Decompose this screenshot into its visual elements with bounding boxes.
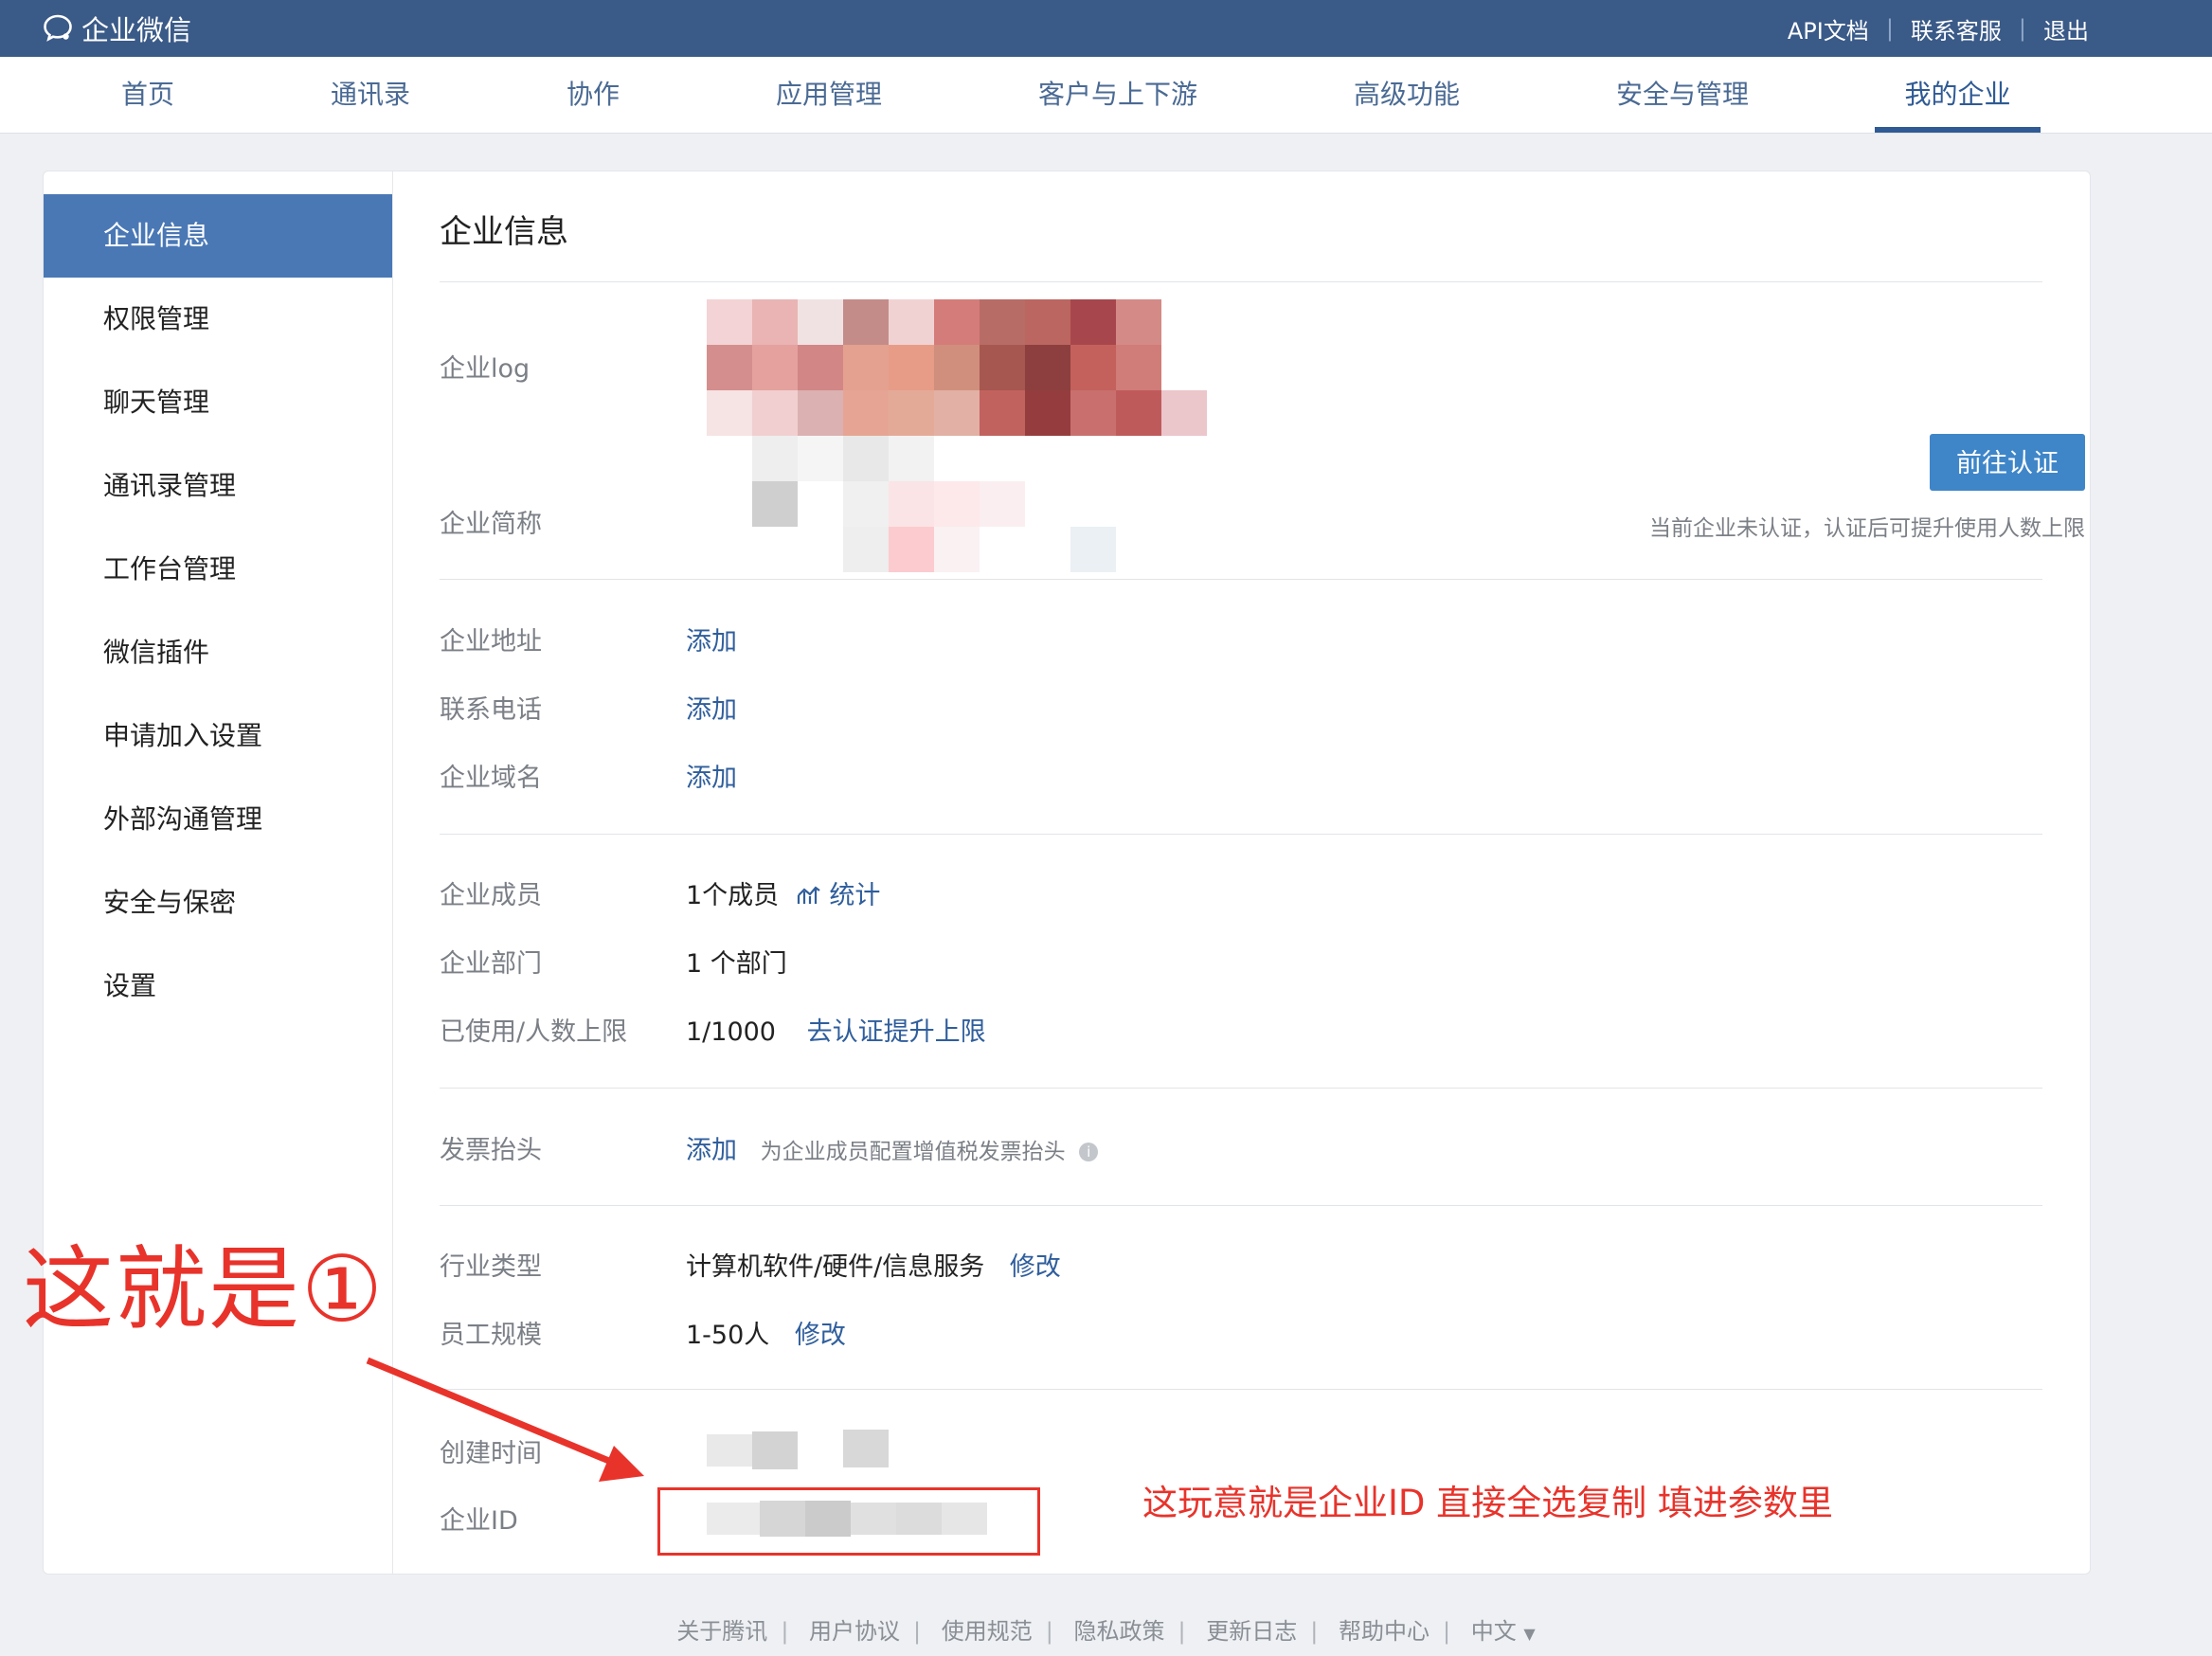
sidebar-item-external[interactable]: 外部沟通管理	[44, 778, 392, 861]
stats-link[interactable]: 统计	[797, 881, 881, 910]
industry-label: 行业类型	[440, 1252, 542, 1282]
usage-limit-row: 1/1000 去认证提升上限	[686, 1011, 986, 1048]
company-info-panel: 企业信息 企业log 企业简称 前往认证 当前企业未认证，认证后可提升使用人数上…	[440, 171, 2085, 1574]
sidebar-item-contacts[interactable]: 通讯录管理	[44, 444, 392, 528]
domain-label: 企业域名	[440, 764, 542, 793]
logo-label: 企业log	[440, 354, 531, 384]
nav-home[interactable]: 首页	[119, 57, 176, 133]
language-select[interactable]: 中文 ▼	[1471, 1618, 1536, 1645]
sidebar: 企业信息 权限管理 聊天管理 通讯录管理 工作台管理 微信插件 申请加入设置 外…	[44, 171, 393, 1574]
nav-collaboration[interactable]: 协作	[565, 57, 621, 133]
invoice-label: 发票抬头	[440, 1136, 542, 1165]
nav-security[interactable]: 安全与管理	[1614, 57, 1751, 133]
nav-customers[interactable]: 客户与上下游	[1036, 57, 1199, 133]
divider	[440, 834, 2042, 835]
nav-my-company[interactable]: 我的企业	[1875, 57, 2041, 133]
edit-staff-size-link[interactable]: 修改	[795, 1321, 846, 1350]
members-value-row: 1个成员 统计	[686, 874, 880, 911]
divider: |	[2018, 15, 2026, 42]
logout-link[interactable]: 退出	[2043, 12, 2089, 45]
address-label: 企业地址	[440, 627, 542, 657]
certify-note: 当前企业未认证，认证后可提升使用人数上限	[1649, 516, 2085, 541]
caret-down-icon: ▼	[1523, 1625, 1536, 1643]
company-logo-image[interactable]	[707, 299, 1207, 572]
go-certify-button[interactable]: 前往认证	[1930, 434, 2085, 491]
divider	[440, 1389, 2042, 1390]
divider	[440, 281, 2042, 282]
footer-about-link[interactable]: 关于腾讯	[676, 1618, 767, 1645]
language-label: 中文	[1470, 1618, 1517, 1645]
footer-changelog-link[interactable]: 更新日志	[1206, 1618, 1297, 1645]
stats-chart-icon	[797, 881, 821, 910]
industry-value: 计算机软件/硬件/信息服务	[686, 1252, 985, 1282]
sidebar-item-wechat-plugin[interactable]: 微信插件	[44, 611, 392, 694]
top-bar: 企业微信 API文档 | 联系客服 | 退出	[0, 0, 2212, 57]
footer-rules-link[interactable]: 使用规范	[942, 1618, 1033, 1645]
annotation-company-id-note: 这玩意就是企业ID 直接全选复制 填进参数里	[1142, 1483, 1833, 1523]
footer-privacy-link[interactable]: 隐私政策	[1074, 1618, 1165, 1645]
members-label: 企业成员	[440, 881, 542, 910]
nav-advanced[interactable]: 高级功能	[1352, 57, 1462, 133]
edit-industry-link[interactable]: 修改	[1010, 1252, 1061, 1282]
sidebar-item-permissions[interactable]: 权限管理	[44, 278, 392, 361]
content-card: 企业信息 权限管理 聊天管理 通讯录管理 工作台管理 微信插件 申请加入设置 外…	[43, 171, 2091, 1575]
sidebar-item-company-info[interactable]: 企业信息	[44, 194, 392, 278]
sidebar-item-join-settings[interactable]: 申请加入设置	[44, 694, 392, 778]
footer-help-link[interactable]: 帮助中心	[1339, 1618, 1430, 1645]
add-invoice-link[interactable]: 添加	[686, 1136, 737, 1165]
raise-limit-link[interactable]: 去认证提升上限	[807, 1017, 986, 1047]
departments-label: 企业部门	[440, 949, 542, 979]
redacted-created-time	[843, 1430, 889, 1467]
divider	[440, 1088, 2042, 1089]
divider	[440, 579, 2042, 580]
add-domain-link[interactable]: 添加	[686, 757, 737, 794]
company-id-highlight-box	[657, 1487, 1040, 1556]
company-id-label: 企业ID	[440, 1506, 518, 1536]
add-address-link[interactable]: 添加	[686, 621, 737, 657]
info-icon[interactable]: i	[1079, 1142, 1099, 1161]
nav-app-management[interactable]: 应用管理	[774, 57, 884, 133]
api-docs-link[interactable]: API文档	[1788, 12, 1869, 45]
usage-limit-value: 1/1000	[686, 1017, 776, 1047]
stats-link-label: 统计	[829, 881, 881, 910]
sidebar-item-chat[interactable]: 聊天管理	[44, 361, 392, 444]
short-name-label: 企业简称	[440, 510, 542, 539]
brand-logo[interactable]: 企业微信	[42, 8, 191, 49]
divider: |	[913, 1618, 922, 1645]
annotation-this-is-one: 这就是①	[23, 1236, 386, 1342]
main-nav: 首页 通讯录 协作 应用管理 客户与上下游 高级功能 安全与管理 我的企业	[0, 57, 2212, 134]
contact-support-link[interactable]: 联系客服	[1911, 12, 2002, 45]
divider: |	[1885, 15, 1894, 42]
industry-row: 计算机软件/硬件/信息服务 修改	[686, 1246, 1061, 1283]
sidebar-item-security[interactable]: 安全与保密	[44, 861, 392, 945]
redacted-created-time	[752, 1431, 798, 1469]
members-count: 1个成员	[686, 881, 780, 910]
footer: 关于腾讯 | 用户协议 | 使用规范 | 隐私政策 | 更新日志 | 帮助中心 | 中文 ▼	[0, 1612, 2212, 1646]
nav-contacts[interactable]: 通讯录	[329, 57, 412, 133]
brand-name: 企业微信	[81, 14, 192, 46]
redacted-created-time	[707, 1434, 752, 1467]
usage-limit-label: 已使用/人数上限	[440, 1017, 628, 1047]
annotation-arrow-icon	[366, 1357, 644, 1482]
page-title: 企业信息	[440, 213, 568, 251]
sidebar-item-settings[interactable]: 设置	[44, 945, 392, 1028]
phone-label: 联系电话	[440, 695, 542, 725]
invoice-hint: 为企业成员配置增值税发票抬头	[760, 1140, 1066, 1164]
departments-value: 1 个部门	[686, 949, 787, 979]
sidebar-item-workbench[interactable]: 工作台管理	[44, 528, 392, 611]
divider	[440, 1205, 2042, 1206]
divider: |	[781, 1618, 789, 1645]
invoice-row: 添加 为企业成员配置增值税发票抬头 i	[686, 1129, 1099, 1166]
divider: |	[1442, 1618, 1451, 1645]
wecom-logo-icon	[42, 13, 74, 44]
staff-size-value: 1-50人	[686, 1321, 770, 1350]
staff-size-row: 1-50人 修改	[686, 1314, 846, 1351]
divider: |	[1310, 1618, 1319, 1645]
footer-terms-link[interactable]: 用户协议	[809, 1618, 900, 1645]
divider: |	[1178, 1618, 1186, 1645]
add-phone-link[interactable]: 添加	[686, 689, 737, 726]
divider: |	[1045, 1618, 1053, 1645]
